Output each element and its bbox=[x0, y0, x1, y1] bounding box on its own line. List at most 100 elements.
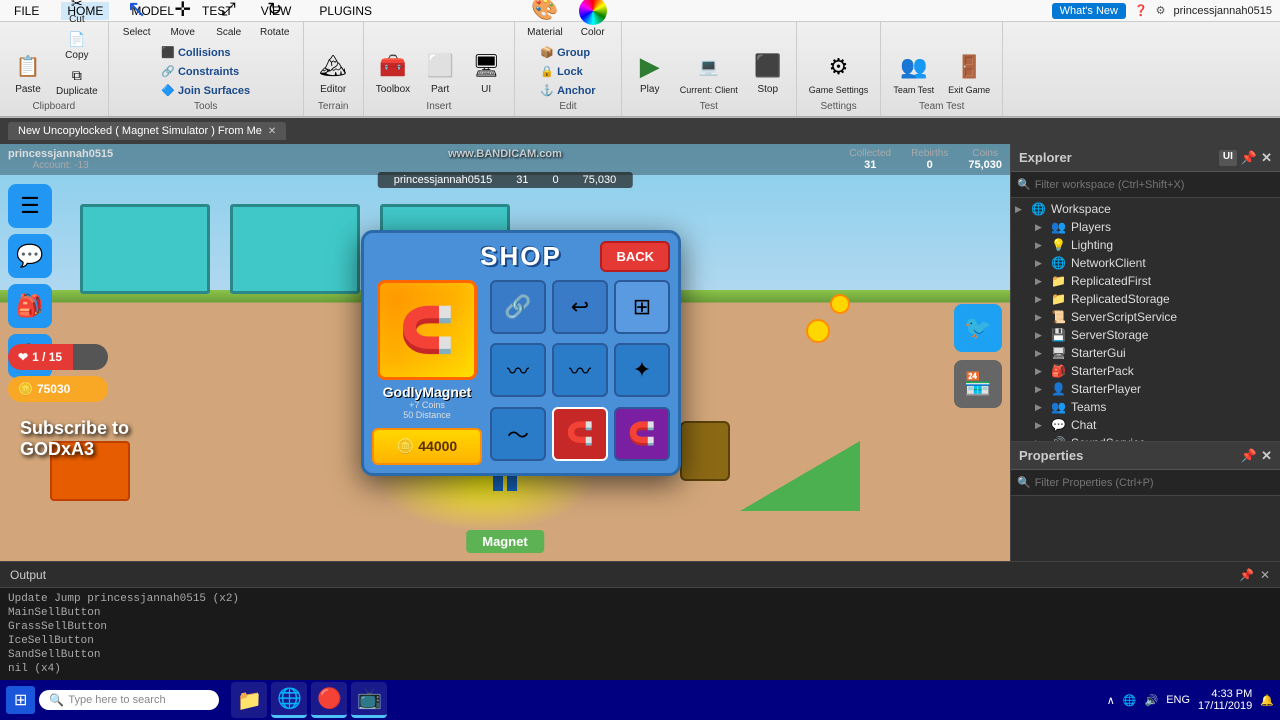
anchor-btn[interactable]: ⚓Anchor bbox=[534, 82, 601, 99]
props-search-input[interactable] bbox=[1035, 477, 1274, 489]
props-pin-icon[interactable]: 📌 bbox=[1241, 448, 1257, 464]
rotate-btn[interactable]: ↻ Rotate bbox=[253, 0, 297, 42]
whats-new-btn[interactable]: What's New bbox=[1052, 3, 1126, 19]
tree-replicatedstorage[interactable]: ▶ 📁 ReplicatedStorage bbox=[1011, 290, 1280, 308]
ui-btn[interactable]: 🖥 UI bbox=[464, 46, 508, 99]
explorer-title: Explorer bbox=[1019, 150, 1072, 165]
tree-workspace[interactable]: ▶ 🌐 Workspace bbox=[1011, 200, 1280, 218]
menu-icon-btn[interactable]: ☰ bbox=[8, 184, 52, 228]
shop-slot-7[interactable]: 🧲 bbox=[552, 407, 608, 461]
group-btn[interactable]: 📦Group bbox=[534, 44, 601, 61]
insert-section: 🧰 Toolbox ⬜ Part 🖥 UI Insert bbox=[364, 22, 515, 116]
taskbar-sound-icon[interactable]: 🔊 bbox=[1145, 694, 1159, 707]
terrain-section: 🏔 Editor Terrain bbox=[304, 22, 364, 116]
shop-slot-4[interactable]: 〰 bbox=[552, 343, 608, 397]
cut-btn[interactable]: ✂ Cut bbox=[52, 0, 102, 27]
shop-slot-5[interactable]: ✦ bbox=[614, 343, 670, 397]
settings-section: ⚙ Game Settings Settings bbox=[797, 22, 882, 116]
team-btn[interactable]: 👥 Team Test bbox=[887, 47, 940, 99]
output-line-0: Update Jump princessjannah0515 (x2) bbox=[8, 592, 1272, 606]
chat-icon-btn[interactable]: 💬 bbox=[8, 234, 52, 278]
sss-arrow: ▶ bbox=[1035, 312, 1047, 323]
rf-label: ReplicatedFirst bbox=[1071, 274, 1151, 288]
tree-starterpack[interactable]: ▶ 🎒 StarterPack bbox=[1011, 362, 1280, 380]
constraints-btn[interactable]: 🔗 Constraints bbox=[155, 63, 256, 80]
viewport[interactable]: Magnet princessjannah0515 Account: -13 C… bbox=[0, 144, 1010, 561]
taskbar-chrome[interactable]: 🌐 bbox=[271, 682, 307, 718]
store-btn[interactable]: 🏪 bbox=[954, 360, 1002, 408]
shop-slot-3[interactable]: 〰 bbox=[490, 343, 546, 397]
join-surfaces-btn[interactable]: 🔷 Join Surfaces bbox=[155, 82, 256, 99]
shop-slot-1[interactable]: ↩ bbox=[552, 280, 608, 334]
back-btn[interactable]: BACK bbox=[600, 241, 670, 272]
editor-btn[interactable]: 🏔 Editor bbox=[311, 46, 355, 99]
twitter-btn[interactable]: 🐦 bbox=[954, 304, 1002, 352]
stop-btn[interactable]: ⬛ Stop bbox=[746, 46, 790, 99]
material-btn[interactable]: 🎨 Material bbox=[521, 0, 569, 42]
exit-game-btn[interactable]: 🚪 Exit Game bbox=[942, 47, 996, 99]
toolbox-btn[interactable]: 🧰 Toolbox bbox=[370, 46, 416, 99]
props-search-bar[interactable]: 🔍 bbox=[1011, 470, 1280, 496]
buy-btn[interactable]: 🪙 44000 bbox=[372, 428, 482, 465]
output-close-icon[interactable]: ✕ bbox=[1260, 568, 1270, 582]
panel-header-icons: UI 📌 ✕ bbox=[1219, 150, 1272, 166]
tree-networkclient[interactable]: ▶ 🌐 NetworkClient bbox=[1011, 254, 1280, 272]
row-name: princessjannah0515 bbox=[394, 174, 492, 186]
taskbar-files[interactable]: 📁 bbox=[231, 682, 267, 718]
inventory-icon-btn[interactable]: 🎒 bbox=[8, 284, 52, 328]
tree-chat[interactable]: ▶ 💬 Chat bbox=[1011, 416, 1280, 434]
output-pin-icon[interactable]: 📌 bbox=[1239, 568, 1254, 582]
collisions-btn[interactable]: ⬛ Collisions bbox=[155, 44, 256, 61]
ss-arrow: ▶ bbox=[1035, 330, 1047, 341]
tree-soundservice[interactable]: ▶ 🔊 SoundService bbox=[1011, 434, 1280, 441]
scale-btn[interactable]: ⤢ Scale bbox=[207, 0, 251, 42]
taskbar-notification[interactable]: 🔔 bbox=[1260, 694, 1274, 707]
taskbar-search[interactable]: 🔍 Type here to search bbox=[39, 690, 219, 710]
taskbar-app2[interactable]: 🔴 bbox=[311, 682, 347, 718]
menu-plugins[interactable]: PLUGINS bbox=[313, 2, 378, 20]
test-section: ▶ Play 💻 Current: Client ⬛ Stop Test bbox=[622, 22, 797, 116]
shop-slot-0[interactable]: 🔗 bbox=[490, 280, 546, 334]
shop-slot-8[interactable]: 🧲 bbox=[614, 407, 670, 461]
right-panel: Explorer UI 📌 ✕ 🔍 ▶ 🌐 Workspace bbox=[1010, 144, 1280, 561]
taskbar-network-icon[interactable]: 🌐 bbox=[1123, 694, 1137, 707]
search-icon: 🔍 bbox=[1017, 178, 1031, 191]
color-btn[interactable]: Color bbox=[571, 0, 615, 42]
play-btn[interactable]: ▶ Play bbox=[628, 46, 672, 99]
ui-toggle-1[interactable]: UI bbox=[1219, 150, 1237, 166]
tree-lighting[interactable]: ▶ 💡 Lighting bbox=[1011, 236, 1280, 254]
settings-icon[interactable]: ⚙ bbox=[1156, 4, 1166, 17]
help-icon[interactable]: ❓ bbox=[1134, 4, 1148, 17]
taskbar-up-icon[interactable]: ∧ bbox=[1107, 694, 1115, 707]
props-close-icon[interactable]: ✕ bbox=[1261, 448, 1272, 464]
tree-teams[interactable]: ▶ 👥 Teams bbox=[1011, 398, 1280, 416]
shop-slot-2[interactable]: ⊞ bbox=[614, 280, 670, 334]
tree-startergui[interactable]: ▶ 🖥 StarterGui bbox=[1011, 344, 1280, 362]
game-settings-btn[interactable]: ⚙ Game Settings bbox=[803, 47, 875, 99]
explorer-search-input[interactable] bbox=[1035, 179, 1274, 191]
players-label: Players bbox=[1071, 220, 1111, 234]
shop-slot-6[interactable]: 〜 bbox=[490, 407, 546, 461]
tree-players[interactable]: ▶ 👥 Players bbox=[1011, 218, 1280, 236]
tree-starterplayer[interactable]: ▶ 👤 StarterPlayer bbox=[1011, 380, 1280, 398]
item-name: GodlyMagnet bbox=[383, 384, 472, 400]
duplicate-btn[interactable]: ⧉ Duplicate bbox=[52, 65, 102, 99]
game-tab-0[interactable]: New Uncopylocked ( Magnet Simulator ) Fr… bbox=[8, 122, 286, 140]
tab-close-btn[interactable]: ✕ bbox=[268, 126, 276, 137]
select-btn[interactable]: ↖ Select bbox=[115, 0, 159, 42]
tree-replicatedfirst[interactable]: ▶ 📁 ReplicatedFirst bbox=[1011, 272, 1280, 290]
start-button[interactable]: ⊞ bbox=[6, 686, 35, 714]
explorer-search-bar[interactable]: 🔍 bbox=[1011, 172, 1280, 198]
paste-btn[interactable]: 📋 Paste bbox=[6, 46, 50, 99]
spl-arrow: ▶ bbox=[1035, 384, 1047, 395]
pin-icon[interactable]: 📌 bbox=[1241, 150, 1257, 166]
taskbar-app3[interactable]: 📺 bbox=[351, 682, 387, 718]
lock-btn[interactable]: 🔒Lock bbox=[534, 63, 601, 80]
tree-serverscriptservice[interactable]: ▶ 📜 ServerScriptService bbox=[1011, 308, 1280, 326]
tree-serverstorage[interactable]: ▶ 💾 ServerStorage bbox=[1011, 326, 1280, 344]
move-btn[interactable]: ✛ Move bbox=[161, 0, 205, 42]
copy-btn[interactable]: 📄 Copy bbox=[52, 29, 102, 63]
part-btn[interactable]: ⬜ Part bbox=[418, 46, 462, 99]
close-panel-icon[interactable]: ✕ bbox=[1261, 150, 1272, 166]
current-client-btn[interactable]: 💻 Current: Client bbox=[674, 47, 744, 99]
